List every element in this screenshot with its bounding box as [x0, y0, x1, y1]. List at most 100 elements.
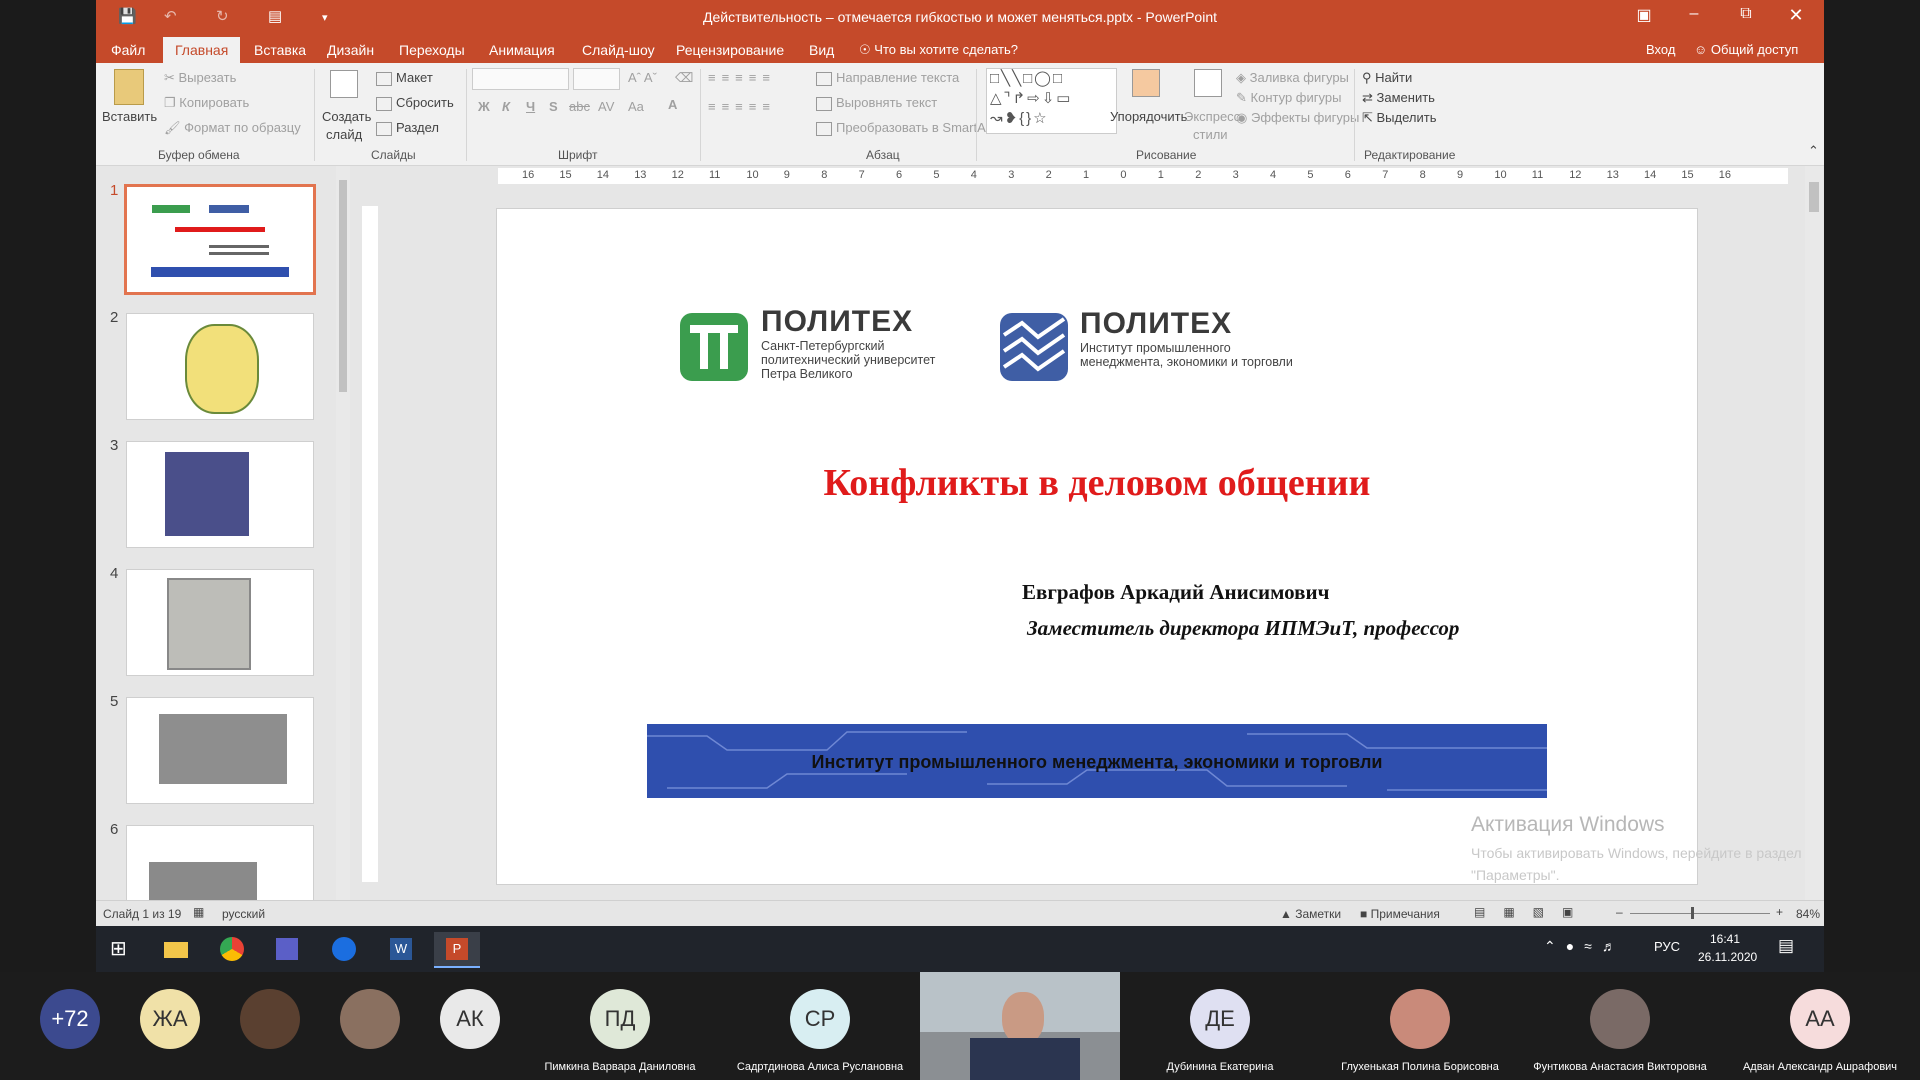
participant-tile[interactable]: ДЕ Дубинина Екатерина [1120, 972, 1320, 1080]
slide-thumbnail-4[interactable] [126, 569, 314, 676]
cut-button[interactable]: ✂ Вырезать [164, 70, 236, 86]
minimize-button[interactable]: – [1674, 5, 1714, 23]
shape-effects-button[interactable]: ◉ Эффекты фигуры [1236, 110, 1359, 126]
new-slide-button-2[interactable]: слайд [326, 127, 362, 142]
underline-button[interactable]: Ч [526, 99, 535, 114]
participant-tile[interactable]: АА Адван Александр Ашрафович [1720, 972, 1920, 1080]
participant-avatar-photo[interactable] [240, 989, 300, 1049]
paste-icon[interactable] [114, 69, 144, 105]
find-button[interactable]: ⚲ Найти [1362, 70, 1412, 86]
scroll-thumb[interactable] [339, 180, 347, 392]
slide-scrollbar[interactable] [1805, 166, 1823, 900]
quick-styles-icon[interactable] [1194, 69, 1222, 97]
participant-avatar[interactable]: ЖА [140, 989, 200, 1049]
new-slide-icon[interactable] [330, 70, 358, 98]
font-color-button[interactable]: A [668, 97, 677, 112]
italic-button[interactable]: К [502, 99, 510, 114]
slide-author[interactable]: Евграфов Аркадий Анисимович [1022, 580, 1329, 605]
bold-button[interactable]: Ж [478, 99, 490, 114]
speaker-video-tile[interactable] [920, 972, 1120, 1080]
share-button[interactable]: ☺ Общий доступ [1694, 42, 1798, 57]
signin-link[interactable]: Вход [1646, 42, 1675, 57]
windows-start-icon[interactable]: ⊞ [110, 936, 127, 961]
tab-insert[interactable]: Вставка [254, 42, 306, 58]
font-name-field[interactable] [472, 68, 569, 90]
section-button[interactable]: Раздел [376, 120, 439, 136]
powerpoint-taskbar-icon[interactable]: P [434, 932, 480, 968]
zoom-slider-thumb[interactable] [1691, 907, 1694, 919]
tab-animations[interactable]: Анимация [489, 42, 555, 58]
participant-avatar-photo[interactable] [340, 989, 400, 1049]
tray-icons[interactable]: ⌃●≈♬ [1544, 938, 1626, 955]
tab-transitions[interactable]: Переходы [399, 42, 465, 58]
font-size-field[interactable] [573, 68, 620, 90]
restore-button[interactable]: ⧉ [1726, 5, 1766, 23]
text-direction-button[interactable]: Направление текста [816, 70, 959, 86]
tab-review[interactable]: Рецензирование [676, 42, 784, 58]
thumbnail-scrollbar[interactable] [336, 166, 350, 900]
change-case-button[interactable]: Aa [628, 99, 644, 114]
tab-view[interactable]: Вид [809, 42, 834, 58]
shape-outline-button[interactable]: ✎ Контур фигуры [1236, 90, 1341, 106]
chrome-icon[interactable] [214, 932, 250, 966]
participant-tile[interactable]: Глухенькая Полина Борисовна [1320, 972, 1520, 1080]
slide-thumbnail-2[interactable] [126, 313, 314, 420]
zoom-level[interactable]: 84% [1796, 907, 1820, 921]
reset-button[interactable]: Сбросить [376, 95, 454, 111]
quick-styles-button-2[interactable]: стили [1193, 127, 1228, 142]
replace-button[interactable]: ⇄ Заменить [1362, 90, 1435, 106]
clear-format-icon[interactable]: ⌫ [675, 70, 693, 86]
slide-thumbnail-6[interactable] [126, 825, 314, 902]
new-slide-button[interactable]: Создать [322, 109, 371, 124]
align-text-button[interactable]: Выровнять текст [816, 95, 937, 111]
collapse-ribbon-icon[interactable]: ⌃ [1808, 143, 1819, 159]
zoom-slider[interactable] [1630, 913, 1770, 914]
close-button[interactable]: ✕ [1776, 5, 1816, 26]
teamviewer-icon[interactable] [326, 932, 362, 966]
slide-thumbnail-3[interactable] [126, 441, 314, 548]
zoom-out-button[interactable]: – [1616, 905, 1623, 919]
format-painter-button[interactable]: 🖌 Формат по образцу [164, 120, 301, 136]
more-participants-badge[interactable]: +72 [40, 989, 100, 1049]
shape-fill-button[interactable]: ◈ Заливка фигуры [1236, 70, 1349, 86]
smartart-button[interactable]: Преобразовать в SmartArt [816, 120, 994, 136]
char-spacing-button[interactable]: AV [598, 99, 614, 114]
layout-button[interactable]: Макет [376, 70, 433, 86]
arrange-button[interactable]: Упорядочить [1110, 109, 1187, 124]
word-icon[interactable]: W [382, 932, 418, 966]
zoom-in-button[interactable]: + [1776, 905, 1783, 919]
shadow-button[interactable]: S [549, 99, 558, 114]
clock-time[interactable]: 16:41 [1710, 932, 1740, 946]
grow-font-icon[interactable]: Aˆ Aˇ [628, 70, 657, 85]
file-explorer-icon[interactable] [158, 932, 194, 966]
tab-file[interactable]: Файл [111, 42, 145, 58]
scroll-thumb[interactable] [1809, 182, 1819, 212]
notes-button[interactable]: ▲ Заметки [1280, 907, 1341, 921]
align-buttons[interactable]: ≡≡≡≡≡ [708, 99, 776, 114]
participant-avatar[interactable]: АК [440, 989, 500, 1049]
list-buttons[interactable]: ≡≡≡≡≡ [708, 70, 776, 85]
teams-icon[interactable] [270, 932, 306, 966]
tab-slideshow[interactable]: Слайд-шоу [582, 42, 655, 58]
participant-tile[interactable]: Фунтикова Анастасия Викторовна [1520, 972, 1720, 1080]
slide-author-position[interactable]: Заместитель директора ИПМЭиТ, профессор [1027, 616, 1459, 641]
strikethrough-button[interactable]: abc [569, 99, 590, 114]
tab-home[interactable]: Главная [163, 37, 241, 63]
slide-thumbnail-1[interactable] [124, 184, 316, 295]
select-button[interactable]: ⇱ Выделить [1362, 110, 1437, 126]
spell-check-icon[interactable]: ▦ [193, 905, 204, 919]
language-indicator[interactable]: русский [222, 907, 265, 921]
notifications-icon[interactable]: ▤ [1778, 936, 1794, 956]
participant-tile[interactable]: СР Садртдинова Алиса Руслановна [720, 972, 920, 1080]
tell-me-box[interactable]: ☉ Что вы хотите сделать? [859, 42, 1018, 58]
ribbon-display-icon[interactable]: ▣ [1624, 5, 1664, 25]
slide-canvas[interactable]: ПОЛИТЕХ Санкт-Петербургский политехничес… [496, 208, 1698, 885]
input-language[interactable]: РУС [1654, 939, 1680, 954]
clock-date[interactable]: 26.11.2020 [1698, 950, 1757, 964]
slide-banner[interactable]: Институт промышленного менеджмента, экон… [647, 724, 1547, 798]
slide-title[interactable]: Конфликты в деловом общении [497, 461, 1697, 505]
copy-button[interactable]: ❐ Копировать [164, 95, 249, 111]
comments-button[interactable]: ■ Примечания [1360, 907, 1440, 921]
tab-design[interactable]: Дизайн [327, 42, 374, 58]
slide-thumbnail-5[interactable] [126, 697, 314, 804]
